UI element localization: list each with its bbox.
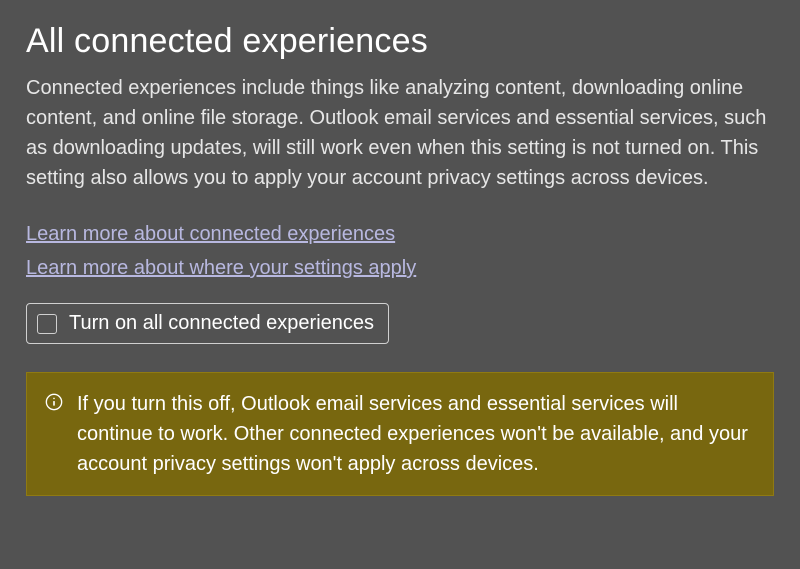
checkbox-label: Turn on all connected experiences <box>69 312 374 335</box>
learn-settings-link[interactable]: Learn more about where your settings app… <box>26 251 416 285</box>
learn-experiences-link[interactable]: Learn more about connected experiences <box>26 217 395 251</box>
info-box: If you turn this off, Outlook email serv… <box>26 372 774 496</box>
info-icon <box>45 393 63 416</box>
section-title: All connected experiences <box>26 22 774 61</box>
links-group: Learn more about connected experiences L… <box>26 217 774 285</box>
connected-experiences-checkbox[interactable] <box>37 314 57 334</box>
section-description: Connected experiences include things lik… <box>26 73 774 193</box>
connected-experiences-checkbox-container[interactable]: Turn on all connected experiences <box>26 303 389 344</box>
info-text: If you turn this off, Outlook email serv… <box>77 389 753 479</box>
